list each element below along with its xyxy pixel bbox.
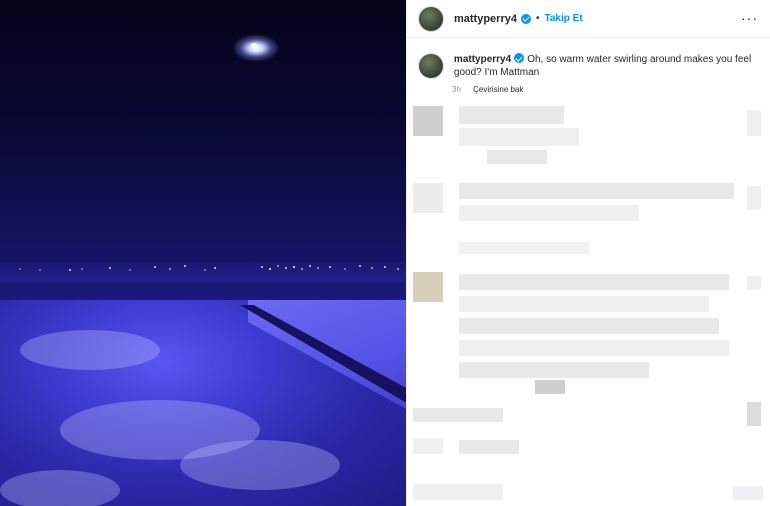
caption: mattyperry4 Oh, so warm water swirling ar…: [407, 38, 770, 79]
moon-glow: [232, 34, 280, 62]
caption-meta: 3h Çevirisine bak: [452, 85, 770, 94]
blurred-comment: [459, 183, 734, 199]
water-foam: [20, 330, 160, 370]
post-time: 3h: [452, 85, 461, 94]
blurred-like: [747, 276, 761, 290]
blurred-comment: [459, 274, 729, 290]
blurred-comment: [459, 128, 579, 146]
verified-badge-icon: [514, 53, 525, 63]
blurred-comment: [535, 380, 565, 394]
blurred-comment: [459, 296, 709, 312]
blurred-comment: [487, 150, 547, 164]
translate-link[interactable]: Çevirisine bak: [473, 85, 523, 94]
blurred-comment: [459, 318, 719, 334]
blurred-like: [747, 110, 761, 136]
blurred-comment: [459, 362, 649, 378]
caption-username[interactable]: mattyperry4: [454, 54, 511, 65]
city-lights: [19, 265, 399, 271]
blurred-meta: [413, 438, 443, 454]
separator: •: [535, 13, 540, 24]
blurred-meta: [459, 242, 589, 254]
blurred-like: [747, 402, 761, 426]
instagram-post: mattyperry4 • Takip Et ··· mattyperry4 Oh…: [0, 0, 770, 506]
post-header: mattyperry4 • Takip Et ···: [407, 0, 770, 38]
blurred-avatar: [413, 272, 443, 302]
username[interactable]: mattyperry4: [454, 13, 517, 25]
moon: [251, 43, 257, 48]
blurred-comment: [459, 205, 639, 221]
avatar[interactable]: [418, 5, 444, 32]
post-image[interactable]: [0, 0, 406, 506]
caption-text: mattyperry4 Oh, so warm water swirling ar…: [454, 53, 758, 79]
blurred-comment: [459, 340, 729, 356]
blurred-avatar: [413, 183, 443, 213]
follow-button[interactable]: Takip Et: [545, 13, 583, 24]
blurred-meta: [413, 484, 503, 500]
verified-badge-icon: [520, 13, 531, 24]
water-foam: [0, 470, 120, 506]
blurred-like: [747, 186, 761, 210]
post-sidebar: mattyperry4 • Takip Et ··· mattyperry4 Oh…: [407, 0, 770, 506]
blurred-meta: [413, 408, 503, 422]
caption-avatar[interactable]: [418, 53, 444, 79]
water-foam: [180, 440, 340, 490]
blurred-like: [733, 486, 763, 500]
more-options-icon[interactable]: ···: [741, 10, 758, 26]
blurred-meta: [459, 440, 519, 454]
blurred-comment: [459, 106, 564, 124]
blurred-avatar: [413, 106, 443, 136]
